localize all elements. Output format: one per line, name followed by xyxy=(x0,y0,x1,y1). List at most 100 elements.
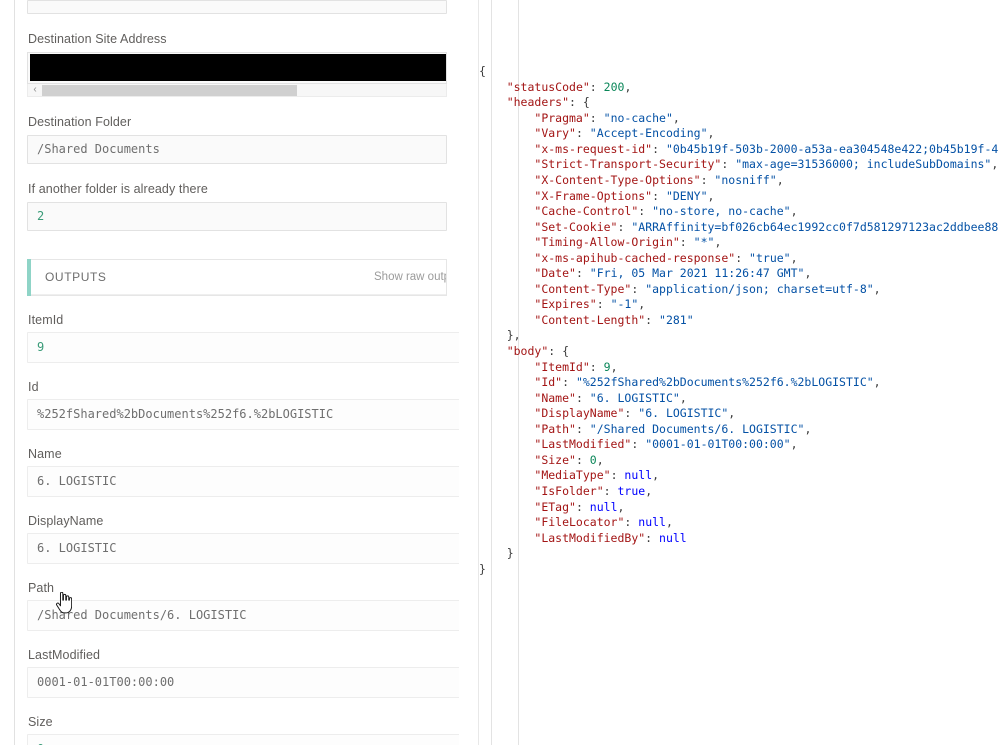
json-line: } xyxy=(479,546,999,562)
json-token-p: , xyxy=(790,204,798,219)
json-token-k: "Date" xyxy=(534,266,576,281)
json-token-p: : xyxy=(617,219,632,234)
json-token-p: : xyxy=(700,173,715,188)
output-value-id[interactable]: %252fShared%2bDocuments%252f6.%2bLOGISTI… xyxy=(27,399,459,430)
json-token-k: "Name" xyxy=(534,390,576,405)
hscrollbar-track[interactable] xyxy=(42,84,446,96)
json-token-s: "/Shared Documents/6. LOGISTIC" xyxy=(589,421,805,436)
json-token-p: , xyxy=(707,188,715,203)
output-value-name[interactable]: 6. LOGISTIC xyxy=(27,466,459,497)
json-token-p: : xyxy=(575,499,590,514)
json-token-k: "X-Frame-Options" xyxy=(534,188,653,203)
json-token-k: "body" xyxy=(506,344,549,359)
scroll-left-chevron-icon[interactable]: ‹ xyxy=(28,84,42,97)
source-folder-value-box[interactable]: /Document Templates/Program Structure/6.… xyxy=(27,0,447,14)
hscrollbar-thumb[interactable] xyxy=(42,84,297,96)
conflict-behavior-label: If another folder is already there xyxy=(28,182,208,196)
destination-folder-input[interactable]: /Shared Documents xyxy=(27,135,447,164)
destination-site-address-field[interactable]: Destination Site Address https://xxxxxxx… xyxy=(15,31,459,84)
destination-folder-field[interactable]: Destination Folder /Shared Documents xyxy=(15,114,459,164)
json-line: "ETag": null, xyxy=(479,500,999,516)
json-token-p: : xyxy=(631,281,646,296)
json-line: "body": { xyxy=(479,344,999,360)
json-token-p: , xyxy=(728,406,736,421)
json-line: "Date": "Fri, 05 Mar 2021 11:26:47 GMT", xyxy=(479,266,999,282)
json-token-s: "6. LOGISTIC" xyxy=(589,390,680,405)
json-token-k: "Cache-Control" xyxy=(534,204,639,219)
show-raw-outputs-link[interactable]: Show raw outputs xyxy=(374,271,446,283)
outputs-header[interactable]: OUTPUTS Show raw outputs xyxy=(27,259,446,296)
outputs-accent-bar xyxy=(27,259,31,296)
json-token-b: null xyxy=(638,515,666,530)
json-token-k: "Path" xyxy=(534,421,576,436)
output-field-size[interactable]: Size 0 xyxy=(15,714,459,745)
json-token-k: "ItemId" xyxy=(534,359,590,374)
json-token-s: "-1" xyxy=(610,297,639,312)
json-token-p: : xyxy=(562,375,576,390)
json-token-k: "ETag" xyxy=(534,499,576,514)
json-code-block[interactable]: { "statusCode": 200, "headers": { "Pragm… xyxy=(479,0,999,745)
output-field-lastmodified[interactable]: LastModified 0001-01-01T00:00:00 xyxy=(15,647,459,698)
json-token-k: "X-Content-Type-Options" xyxy=(534,173,701,188)
outputs-title: OUTPUTS xyxy=(45,270,107,284)
json-token-k: "MediaType" xyxy=(534,468,611,483)
json-token-k: "x-ms-apihub-cached-response" xyxy=(534,250,736,265)
json-line: "Timing-Allow-Origin": "*", xyxy=(479,235,999,251)
json-token-p: }, xyxy=(506,328,521,343)
output-label-displayname: DisplayName xyxy=(28,514,104,528)
json-token-p: : xyxy=(596,297,611,312)
json-token-s: "nosniff" xyxy=(714,173,777,188)
json-token-s: "*" xyxy=(693,235,715,250)
json-line: "Size": 0, xyxy=(479,453,999,469)
output-field-path[interactable]: Path /Shared Documents/6. LOGISTIC xyxy=(15,580,459,631)
output-value-displayname[interactable]: 6. LOGISTIC xyxy=(27,533,459,564)
output-field-displayname[interactable]: DisplayName 6. LOGISTIC xyxy=(15,513,459,564)
output-value-path[interactable]: /Shared Documents/6. LOGISTIC xyxy=(27,600,459,631)
json-token-p: : xyxy=(645,530,660,545)
json-token-k: "Content-Length" xyxy=(534,312,646,327)
json-token-p: , xyxy=(873,281,881,296)
output-value-size[interactable]: 0 xyxy=(27,734,459,745)
json-token-p: , xyxy=(596,452,604,467)
output-label-lastmodified: LastModified xyxy=(28,648,101,662)
json-token-k: "Timing-Allow-Origin" xyxy=(534,235,680,250)
json-token-p: : xyxy=(679,235,694,250)
json-token-b: true xyxy=(617,483,646,498)
json-line: }, xyxy=(479,328,999,344)
outputs-field-list: ItemId 9 Id %252fShared%2bDocuments%252f… xyxy=(15,312,459,745)
output-value-lastmodified[interactable]: 0001-01-01T00:00:00 xyxy=(27,667,459,698)
json-token-p: : xyxy=(575,452,590,467)
output-field-id[interactable]: Id %252fShared%2bDocuments%252f6.%2bLOGI… xyxy=(15,379,459,430)
destination-site-address-input[interactable]: https://xxxxxxxx.sharepoint.com/sites/xx… xyxy=(27,52,447,84)
json-line: "Cache-Control": "no-store, no-cache", xyxy=(479,204,999,220)
json-line: "Expires": "-1", xyxy=(479,297,999,313)
json-line: "IsFolder": true, xyxy=(479,484,999,500)
conflict-behavior-field[interactable]: If another folder is already there 2 xyxy=(15,181,459,231)
json-token-p: : xyxy=(610,468,625,483)
json-token-p: : xyxy=(645,312,660,327)
destination-site-address-label: Destination Site Address xyxy=(28,32,167,46)
json-token-p: : xyxy=(652,188,666,203)
raw-json-output-panel[interactable]: { "statusCode": 200, "headers": { "Pragm… xyxy=(460,0,999,745)
json-line: "DisplayName": "6. LOGISTIC", xyxy=(479,406,999,422)
output-field-name[interactable]: Name 6. LOGISTIC xyxy=(15,446,459,497)
conflict-behavior-input[interactable]: 2 xyxy=(27,202,447,231)
output-value-itemid[interactable]: 9 xyxy=(27,332,459,363)
flow-action-panel-body: /Document Templates/Program Structure/6.… xyxy=(15,0,459,745)
json-token-k: "DisplayName" xyxy=(534,406,625,421)
output-field-itemid[interactable]: ItemId 9 xyxy=(15,312,459,363)
json-token-p: : xyxy=(721,157,736,172)
json-token-p: , xyxy=(610,359,618,374)
json-token-p: : xyxy=(624,515,639,530)
json-line: "X-Content-Type-Options": "nosniff", xyxy=(479,173,999,189)
source-folder-field[interactable]: /Document Templates/Program Structure/6.… xyxy=(15,0,459,14)
output-label-id: Id xyxy=(28,380,39,394)
json-line: "x-ms-apihub-cached-response": "true", xyxy=(479,251,999,267)
json-token-p: { xyxy=(479,64,486,79)
json-token-p: : xyxy=(735,250,750,265)
json-token-p: , xyxy=(790,437,798,452)
json-line: "Pragma": "no-cache", xyxy=(479,111,999,127)
json-line: "Path": "/Shared Documents/6. LOGISTIC", xyxy=(479,422,999,438)
destination-site-address-hscrollbar[interactable]: ‹ xyxy=(27,84,447,97)
json-token-p: : xyxy=(575,266,590,281)
